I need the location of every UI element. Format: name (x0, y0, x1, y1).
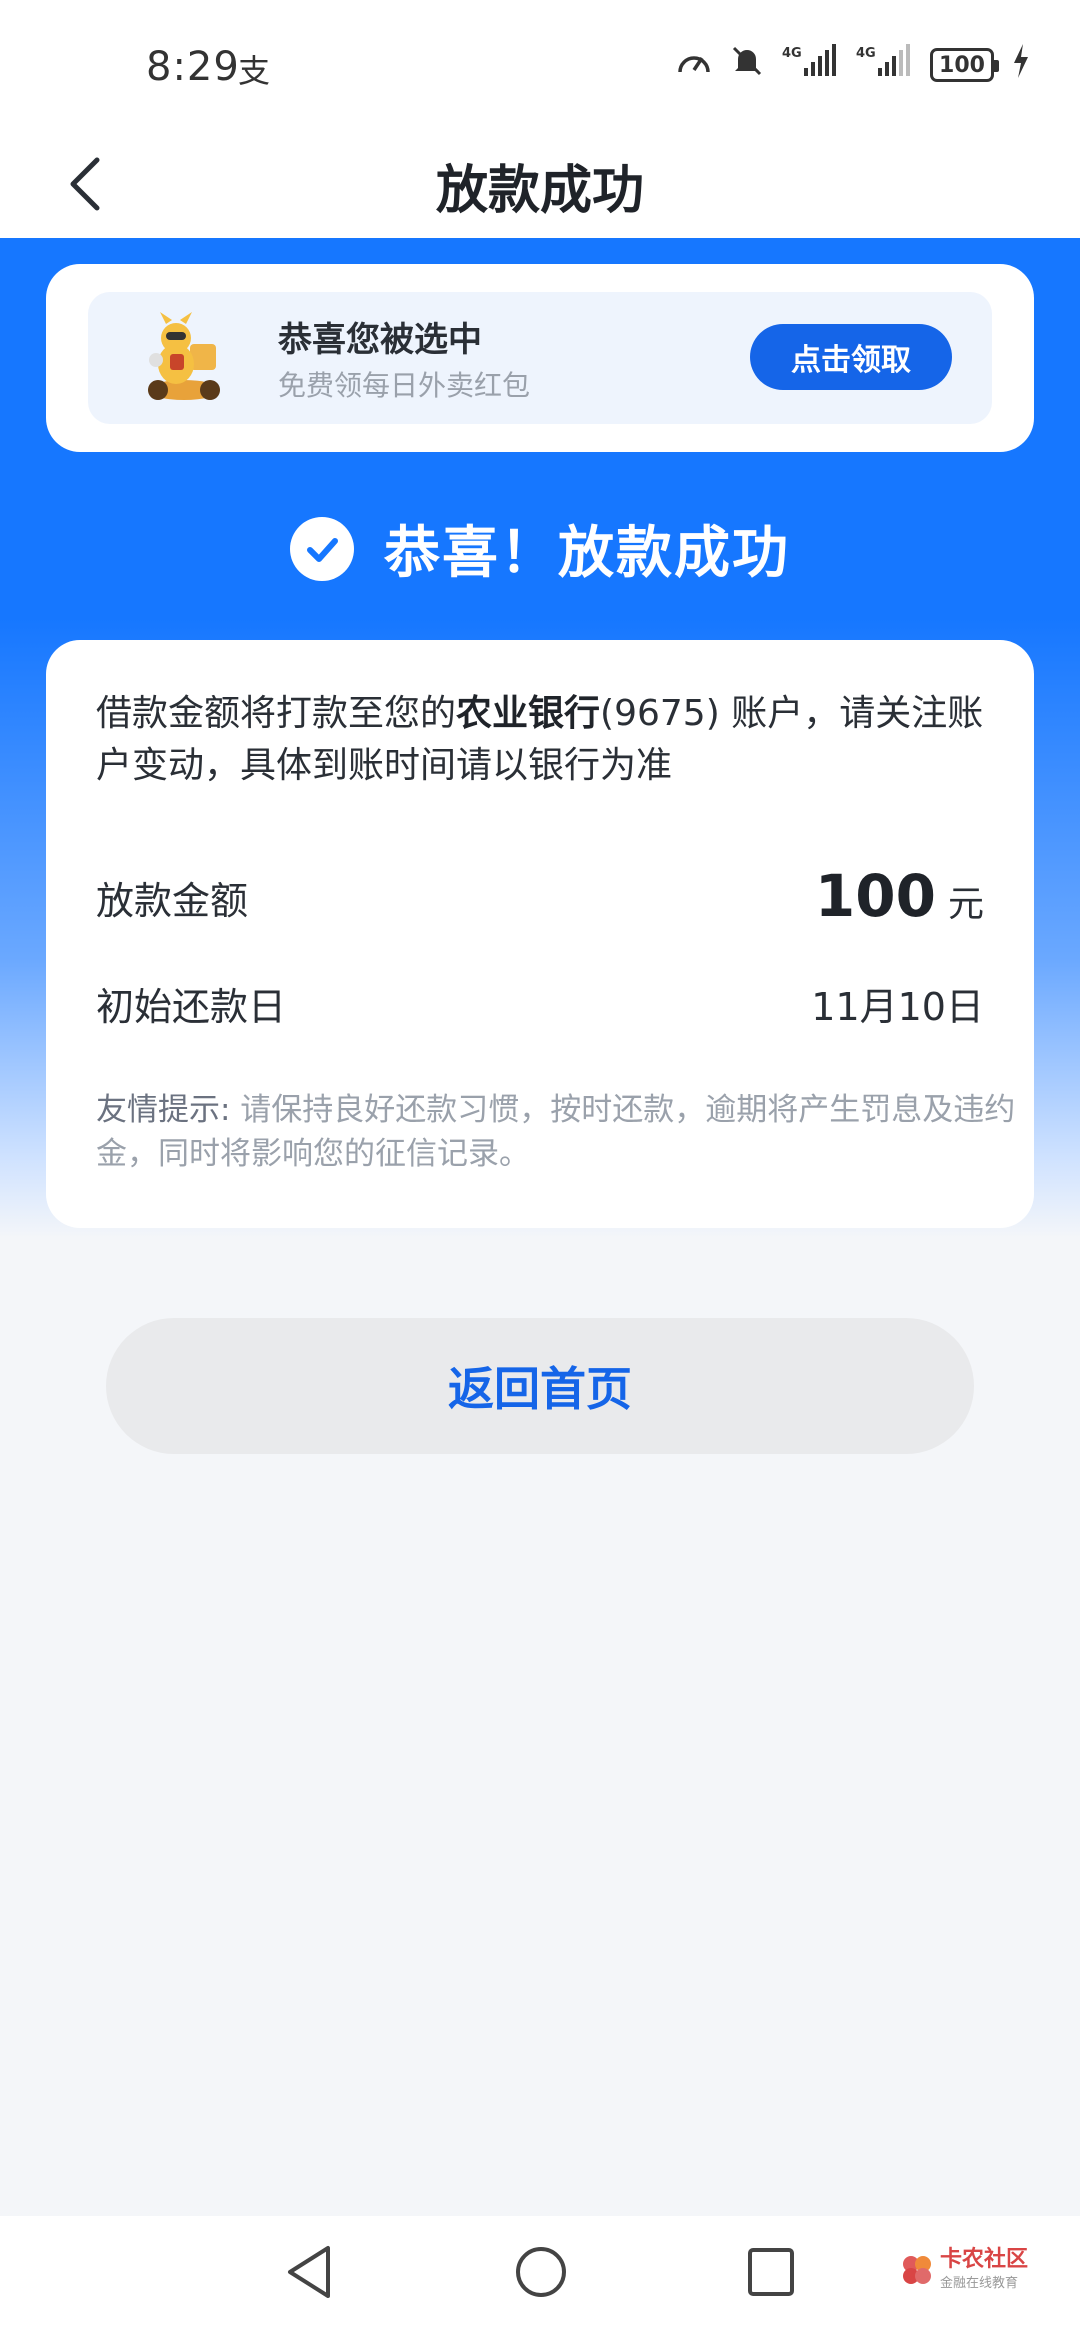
tip-text: 请保持良好还款习惯，按时还款，逾期将产生罚息及违约金，同时将影响您的征信记录。 (96, 1092, 1016, 1172)
success-heading-row: 恭喜！放款成功 (0, 508, 1080, 589)
speed-gauge-icon (676, 44, 712, 86)
alipay-icon: 支 (238, 52, 271, 90)
repay-date-value: 11月10日 (811, 985, 984, 1029)
message-part1: 借款金额将打款至您的 (96, 693, 457, 734)
disbursement-message: 借款金额将打款至您的农业银行(9675) 账户，请关注账户变动，具体到账时间请以… (96, 688, 996, 792)
network-label-2: 4G (856, 46, 876, 61)
amount-unit: 元 (947, 884, 984, 925)
amount-value-group: 100 元 (815, 862, 984, 930)
watermark-sub: 金融在线教育 (940, 2276, 1019, 2291)
claim-button[interactable]: 点击领取 (750, 324, 952, 390)
promo-subtitle: 免费领每日外卖红包 (278, 369, 531, 402)
top-app-bar: 放款成功 (0, 130, 1080, 238)
nav-back-icon[interactable] (284, 2244, 334, 2300)
friendly-tip: 友情提示: 请保持良好还款习惯，按时还款，逾期将产生罚息及违约金，同时将影响您的… (96, 1088, 1016, 1176)
status-bar: 8:29 支 4G 4G 100 (0, 0, 1080, 130)
repay-date-label: 初始还款日 (96, 985, 287, 1029)
promo-title: 恭喜您被选中 (278, 320, 482, 360)
nav-home-icon[interactable] (514, 2244, 568, 2300)
battery-icon: 100 (930, 48, 999, 82)
network-label-1: 4G (782, 46, 802, 61)
tip-label: 友情提示: (96, 1092, 231, 1128)
watermark-name: 卡农社区 (940, 2247, 1029, 2272)
check-circle-icon (290, 516, 354, 581)
page-title: 放款成功 (435, 161, 644, 221)
charging-icon (1012, 44, 1030, 86)
mute-bell-icon (730, 44, 764, 86)
amount-label: 放款金额 (96, 879, 249, 923)
success-heading: 恭喜！放款成功 (384, 521, 790, 586)
watermark: 卡农社区 金融在线教育 (900, 2248, 1028, 2291)
amount-value: 100 (814, 862, 936, 930)
account-suffix: (9675) (600, 693, 720, 734)
signal-icon-1: 4G (782, 44, 838, 86)
promo-banner[interactable]: 恭喜您被选中 免费领每日外卖红包 点击领取 (88, 292, 992, 424)
signal-icon-2: 4G (856, 44, 912, 86)
return-home-button[interactable]: 返回首页 (106, 1318, 974, 1454)
status-icons: 4G 4G 100 (676, 44, 1030, 86)
kanong-logo-icon (903, 2255, 931, 2284)
promo-card: 恭喜您被选中 免费领每日外卖红包 点击领取 (46, 264, 1034, 452)
nav-recents-icon[interactable] (746, 2246, 796, 2298)
bank-name: 农业银行 (456, 693, 601, 734)
status-time: 8:29 (146, 44, 240, 90)
delivery-mascot-icon (148, 312, 220, 400)
loan-info-card: 借款金额将打款至您的农业银行(9675) 账户，请关注账户变动，具体到账时间请以… (46, 640, 1034, 1228)
